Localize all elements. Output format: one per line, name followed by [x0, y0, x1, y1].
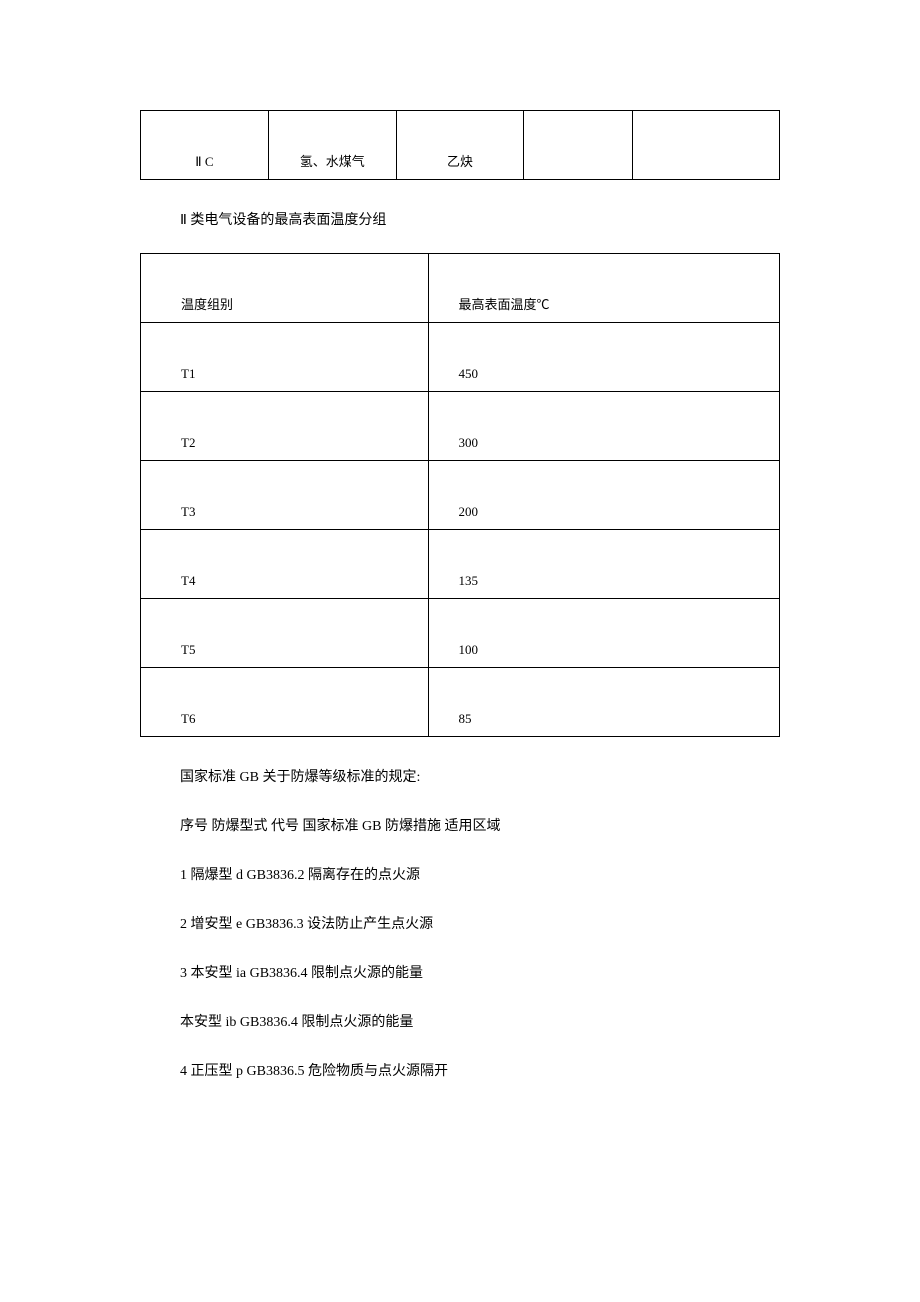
temperature-table-caption: Ⅱ 类电气设备的最高表面温度分组	[180, 210, 780, 231]
cell-temp: 450	[428, 323, 779, 392]
paragraph: 序号 防爆型式 代号 国家标准 GB 防爆措施 适用区域	[180, 816, 780, 837]
header-max-temp: 最高表面温度℃	[428, 254, 779, 323]
table-row: T4 135	[141, 530, 780, 599]
cell-group: T2	[141, 392, 429, 461]
cell-group: T1	[141, 323, 429, 392]
cell-temp: 300	[428, 392, 779, 461]
table-row: T1 450	[141, 323, 780, 392]
temperature-table: 温度组别 最高表面温度℃ T1 450 T2 300 T3 200 T4 135…	[140, 253, 780, 737]
table-row: T2 300	[141, 392, 780, 461]
paragraph: 本安型 ib GB3836.4 限制点火源的能量	[180, 1012, 780, 1033]
cell-group: T4	[141, 530, 429, 599]
category-table: Ⅱ C 氢、水煤气 乙炔	[140, 110, 780, 180]
cell-temp: 100	[428, 599, 779, 668]
cell-temp: 135	[428, 530, 779, 599]
cell-group: T5	[141, 599, 429, 668]
table-header-row: 温度组别 最高表面温度℃	[141, 254, 780, 323]
paragraph: 1 隔爆型 d GB3836.2 隔离存在的点火源	[180, 865, 780, 886]
cell-empty2	[633, 111, 780, 180]
cell-empty1	[524, 111, 633, 180]
paragraph: 国家标准 GB 关于防爆等级标准的规定:	[180, 767, 780, 788]
cell-gas2: 乙炔	[396, 111, 524, 180]
cell-temp: 85	[428, 668, 779, 737]
paragraph: 3 本安型 ia GB3836.4 限制点火源的能量	[180, 963, 780, 984]
cell-gas1: 氢、水煤气	[268, 111, 396, 180]
cell-category: Ⅱ C	[141, 111, 269, 180]
header-temp-group: 温度组别	[141, 254, 429, 323]
table-row: T6 85	[141, 668, 780, 737]
table-row: Ⅱ C 氢、水煤气 乙炔	[141, 111, 780, 180]
cell-group: T6	[141, 668, 429, 737]
cell-group: T3	[141, 461, 429, 530]
cell-temp: 200	[428, 461, 779, 530]
paragraph: 4 正压型 p GB3836.5 危险物质与点火源隔开	[180, 1061, 780, 1082]
table-row: T5 100	[141, 599, 780, 668]
standards-text: 国家标准 GB 关于防爆等级标准的规定: 序号 防爆型式 代号 国家标准 GB …	[180, 767, 780, 1082]
table-row: T3 200	[141, 461, 780, 530]
paragraph: 2 增安型 e GB3836.3 设法防止产生点火源	[180, 914, 780, 935]
